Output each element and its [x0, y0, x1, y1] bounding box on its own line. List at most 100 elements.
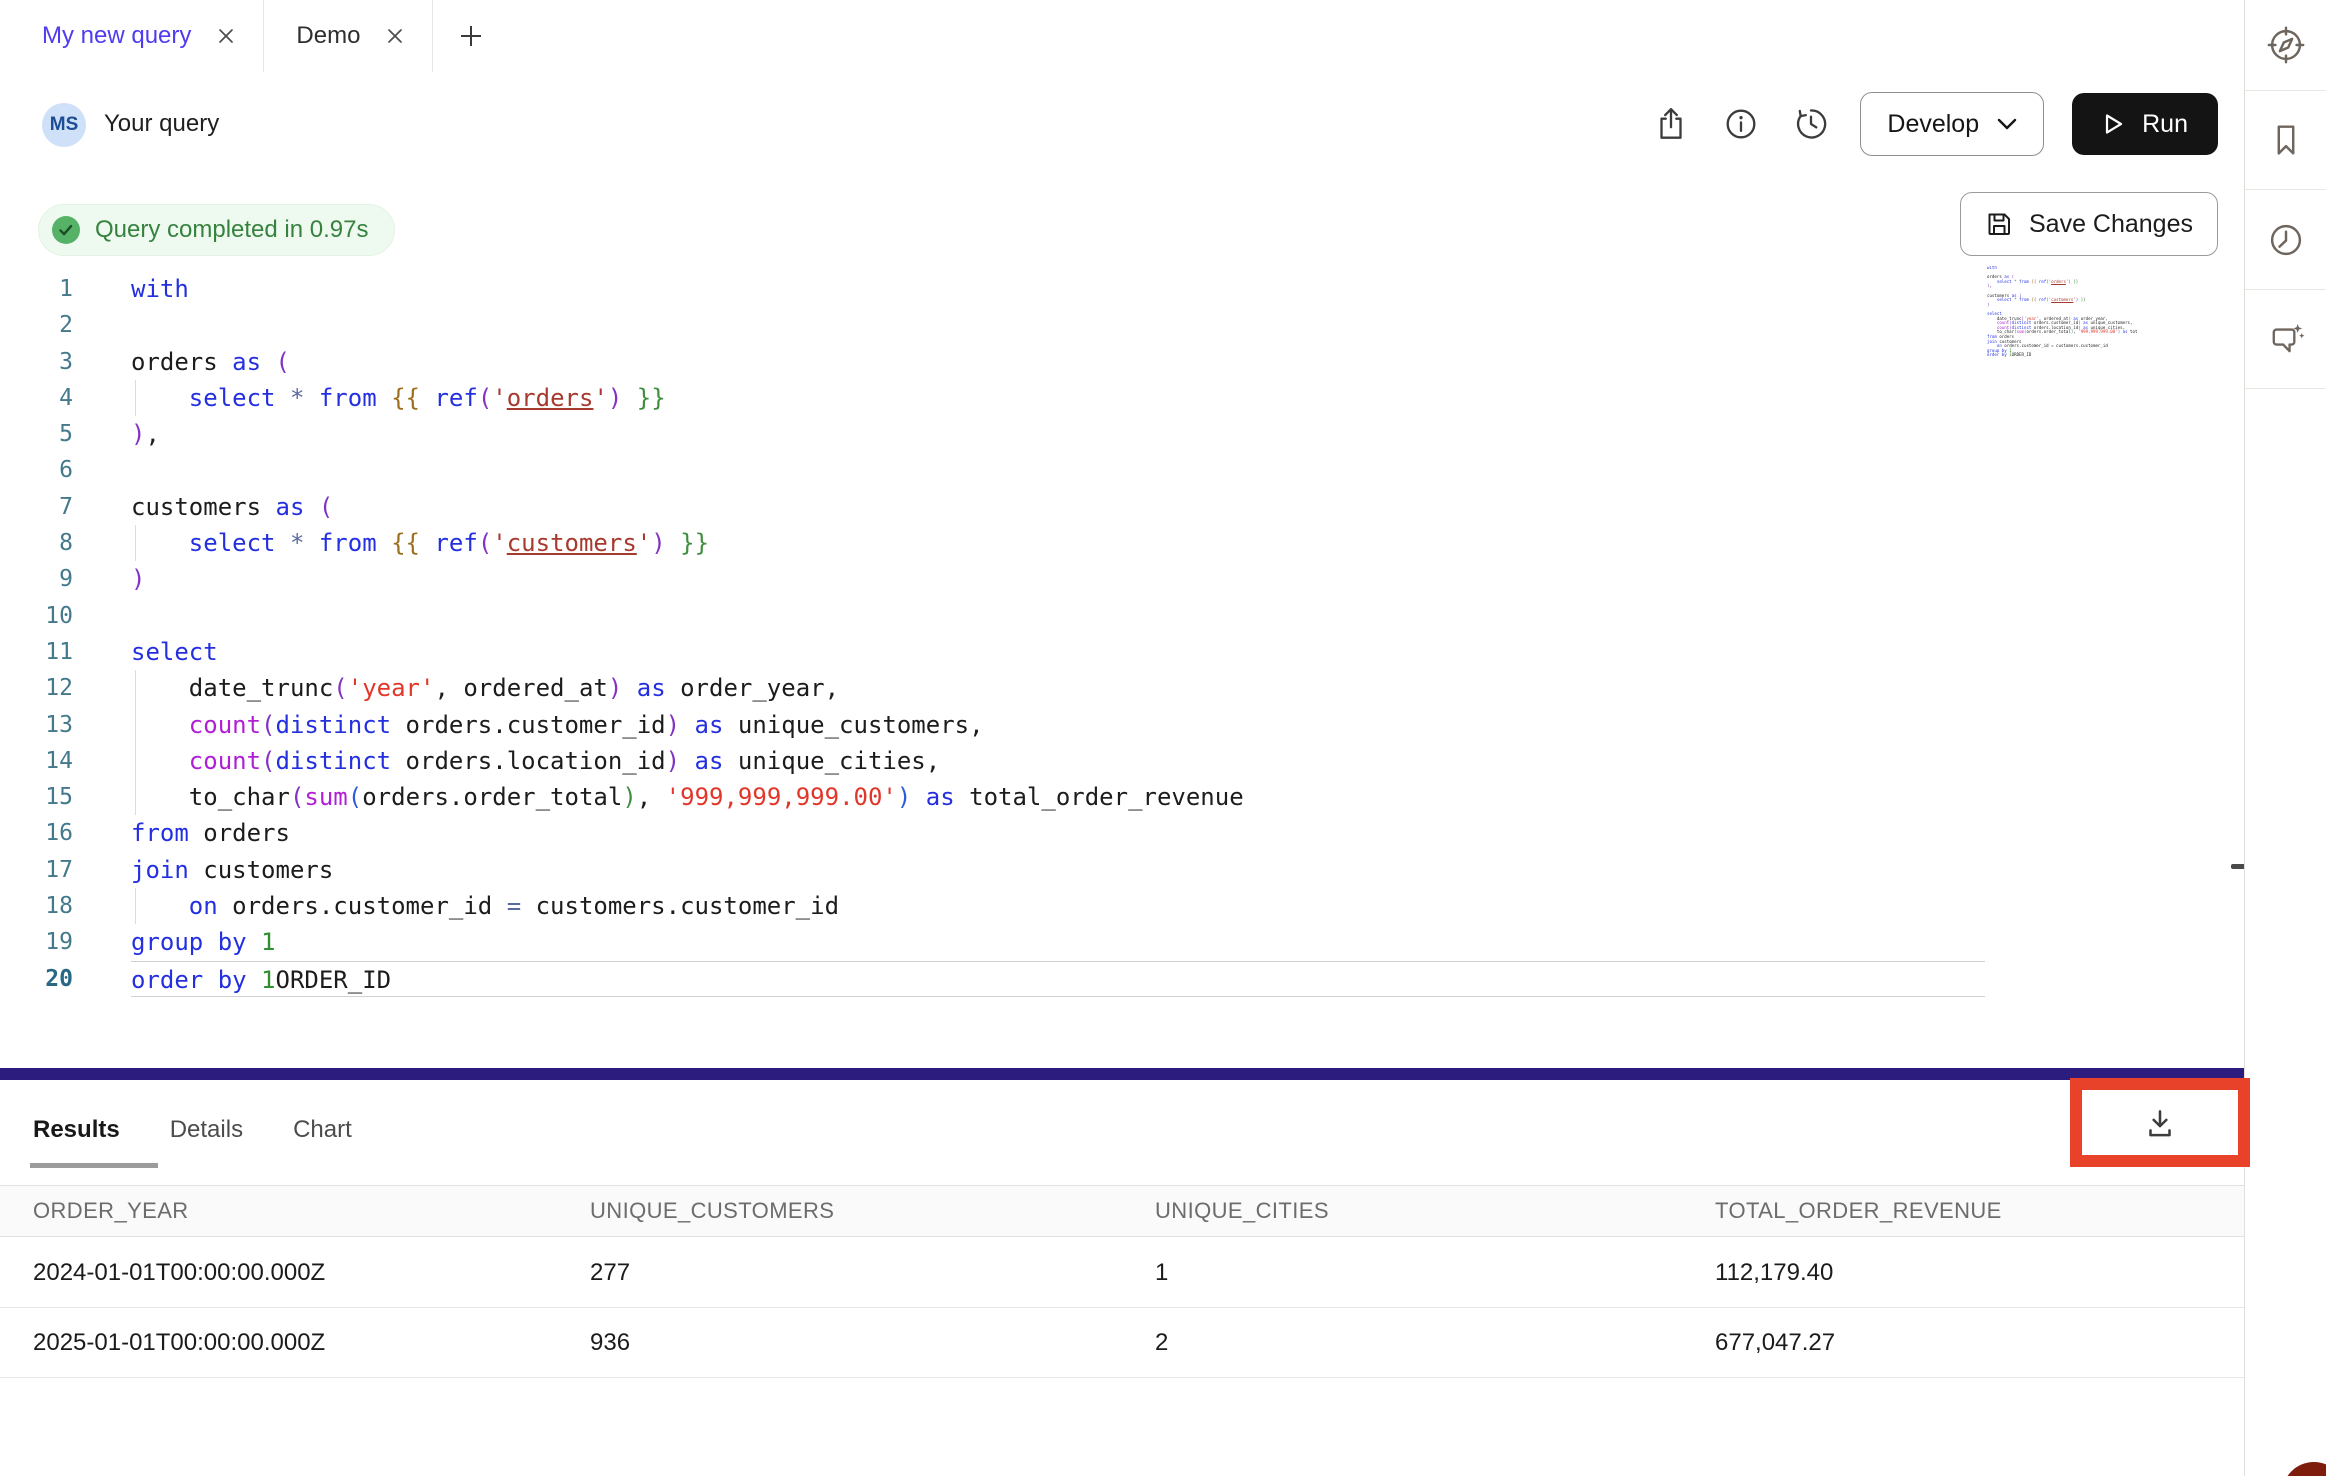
download-icon: [2141, 1104, 2179, 1142]
line-number: 20: [0, 961, 73, 997]
code-token: , ordered_at: [434, 674, 607, 702]
download-button[interactable]: [2141, 1104, 2179, 1142]
sidebar-item-history[interactable]: [2245, 190, 2326, 290]
code-token: [131, 711, 189, 739]
code-token: ): [666, 747, 680, 775]
history-icon: [1792, 105, 1830, 143]
run-button[interactable]: Run: [2072, 93, 2218, 155]
code-token: [680, 747, 694, 775]
tab-my-new-query[interactable]: My new query: [0, 0, 264, 72]
code-token: [131, 747, 189, 775]
close-icon[interactable]: [384, 25, 406, 47]
code-token: order_year,: [666, 674, 839, 702]
code-token: orders.order_total: [362, 783, 622, 811]
new-tab-button[interactable]: [433, 0, 509, 72]
code-token: [247, 928, 261, 956]
column-header: ORDER_YEAR: [33, 1198, 590, 1224]
info-button[interactable]: [1720, 103, 1762, 145]
close-icon[interactable]: [215, 25, 237, 47]
code-line[interactable]: [131, 598, 1985, 634]
code-line[interactable]: select: [131, 634, 1985, 670]
tab-label: My new query: [42, 22, 191, 50]
tab-details[interactable]: Details: [170, 1116, 243, 1144]
code-token: customers: [507, 529, 637, 557]
app-window: My new queryDemo MS Your query: [0, 0, 2326, 1476]
code-token: 1: [261, 928, 275, 956]
table-cell: 2024-01-01T00:00:00.000Z: [33, 1259, 590, 1287]
save-changes-button[interactable]: Save Changes: [1960, 192, 2218, 256]
code-line[interactable]: customers as (: [131, 489, 1985, 525]
code-token: *: [290, 384, 304, 412]
code-token: order by: [1987, 352, 2007, 357]
develop-button-label: Develop: [1887, 110, 1979, 139]
line-number: 5: [0, 416, 73, 452]
line-number: 19: [0, 924, 73, 960]
code-token: orders: [2051, 279, 2066, 284]
code-line[interactable]: to_char(sum(orders.order_total), '999,99…: [131, 779, 1985, 815]
code-line[interactable]: orders as (: [131, 344, 1985, 380]
code-token: from: [319, 529, 377, 557]
code-line[interactable]: select * from {{ ref('orders') }}: [131, 380, 1985, 416]
code-token: distinct: [276, 711, 392, 739]
minimap[interactable]: withorders as ( select * from {{ ref('or…: [1987, 266, 2137, 566]
share-button[interactable]: [1650, 103, 1692, 145]
sidebar-item-explore[interactable]: [2245, 0, 2326, 91]
code-line[interactable]: date_trunc('year', ordered_at) as order_…: [131, 670, 1985, 706]
tab-demo[interactable]: Demo: [264, 0, 433, 72]
code-line[interactable]: [131, 307, 1985, 343]
code-token: select: [189, 529, 276, 557]
code-line[interactable]: on orders.customer_id = customers.custom…: [131, 888, 1985, 924]
code-lines[interactable]: with orders as ( select * from {{ ref('or…: [131, 271, 1985, 997]
line-number: 2: [0, 307, 73, 343]
code-token: [304, 493, 318, 521]
code-line[interactable]: ),: [131, 416, 1985, 452]
develop-button[interactable]: Develop: [1860, 92, 2044, 156]
code-token: (: [290, 783, 304, 811]
sidebar-item-bookmarks[interactable]: [2245, 91, 2326, 190]
line-number: 8: [0, 525, 73, 561]
code-line[interactable]: count(distinct orders.location_id) as un…: [131, 743, 1985, 779]
code-token: ref: [434, 529, 477, 557]
table-row[interactable]: 2025-01-01T00:00:00.000Z9362677,047.27: [0, 1308, 2244, 1378]
tab-strip: My new query Demo: [0, 0, 433, 72]
history-button[interactable]: [1790, 103, 1832, 145]
code-token: [276, 384, 290, 412]
code-token: ): [131, 420, 145, 448]
code-line[interactable]: [131, 452, 1985, 488]
code-line[interactable]: order by 1ORDER_ID: [131, 961, 1985, 997]
avatar[interactable]: MS: [42, 103, 86, 147]
line-number: 12: [0, 670, 73, 706]
plus-icon: [458, 23, 484, 49]
code-token: ': [492, 384, 506, 412]
code-line[interactable]: select * from {{ ref('customers') }}: [131, 525, 1985, 561]
code-line[interactable]: with: [131, 271, 1985, 307]
code-token: [377, 384, 391, 412]
code-line[interactable]: group by 1: [131, 924, 1985, 960]
line-number: 18: [0, 888, 73, 924]
code-token: (: [348, 783, 362, 811]
code-token: (: [478, 529, 492, 557]
tab-results[interactable]: Results: [33, 1116, 120, 1144]
line-number: 13: [0, 707, 73, 743]
code-token: from: [2019, 279, 2029, 284]
code-line[interactable]: join customers: [131, 852, 1985, 888]
code-token: customers: [2051, 297, 2073, 302]
header-actions: Develop Run: [1650, 72, 2218, 176]
chevron-down-icon: [1997, 118, 2017, 130]
code-token: from: [2019, 297, 2029, 302]
table-row[interactable]: 2024-01-01T00:00:00.000Z2771112,179.40: [0, 1238, 2244, 1308]
code-line[interactable]: count(distinct orders.customer_id) as un…: [131, 707, 1985, 743]
code-token: order by: [131, 966, 247, 994]
code-token: total_order_revenue: [955, 783, 1244, 811]
sidebar-item-ai-chat[interactable]: [2245, 290, 2326, 389]
tab-chart[interactable]: Chart: [293, 1116, 352, 1144]
column-header: UNIQUE_CITIES: [1155, 1198, 1715, 1224]
save-changes-label: Save Changes: [2029, 210, 2193, 239]
panel-resizer[interactable]: [0, 1068, 2244, 1080]
table-cell: 277: [590, 1259, 1155, 1287]
code-line[interactable]: from orders: [131, 815, 1985, 851]
code-token: (: [478, 384, 492, 412]
code-line[interactable]: ): [131, 561, 1985, 597]
line-number: 17: [0, 852, 73, 888]
column-header: TOTAL_ORDER_REVENUE: [1715, 1198, 2244, 1224]
